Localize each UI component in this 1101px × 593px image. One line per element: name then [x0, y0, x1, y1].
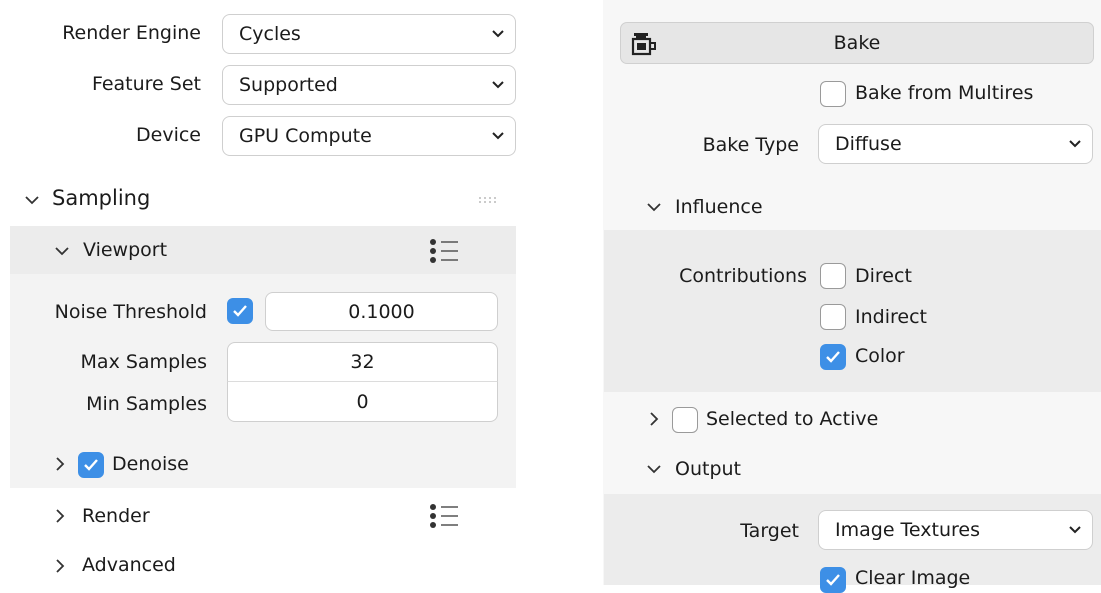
advanced-title: Advanced: [82, 554, 176, 576]
denoise-label: Denoise: [112, 453, 189, 475]
sampling-title: Sampling: [52, 186, 151, 210]
preset-list-icon[interactable]: [428, 502, 460, 530]
sampling-panel-header[interactable]: Sampling: [22, 186, 512, 216]
indirect-label: Indirect: [855, 306, 927, 328]
bake-icon: [631, 33, 656, 56]
render-engine-dropdown[interactable]: Cycles: [222, 14, 516, 54]
color-checkbox[interactable]: [820, 344, 846, 370]
bake-label: Bake: [833, 32, 881, 54]
influence-panel: [604, 230, 1101, 392]
noise-threshold-field[interactable]: 0.1000: [265, 292, 498, 331]
selected-to-active-label: Selected to Active: [706, 408, 879, 430]
influence-title: Influence: [675, 196, 763, 218]
bake-type-label: Bake Type: [702, 134, 799, 156]
check-icon: [233, 305, 247, 317]
bake-type-dropdown[interactable]: Diffuse: [818, 124, 1093, 164]
target-dropdown[interactable]: Image Textures: [818, 510, 1093, 550]
target-value: Image Textures: [835, 519, 980, 541]
noise-threshold-value: 0.1000: [348, 300, 415, 323]
chevron-right-icon: [56, 457, 65, 471]
feature-set-value: Supported: [239, 74, 338, 96]
bake-from-multires-label: Bake from Multires: [855, 82, 1034, 104]
chevron-right-icon: [56, 559, 65, 573]
bake-from-multires-checkbox[interactable]: [820, 81, 846, 107]
render-engine-label: Render Engine: [62, 22, 201, 44]
render-title: Render: [82, 505, 150, 527]
influence-panel-header[interactable]: Influence: [646, 194, 846, 222]
min-samples-label: Min Samples: [86, 393, 207, 415]
max-samples-value: 32: [350, 351, 375, 373]
color-label: Color: [855, 345, 905, 367]
drag-handle-icon[interactable]: [478, 196, 502, 204]
chevron-down-icon: [647, 465, 661, 474]
viewport-title: Viewport: [83, 239, 168, 261]
render-subpanel-header[interactable]: Render: [54, 500, 474, 532]
render-engine-value: Cycles: [239, 23, 301, 45]
preset-list-icon[interactable]: [428, 237, 460, 265]
chevron-right-icon: [650, 412, 659, 426]
output-title: Output: [675, 458, 741, 480]
target-label: Target: [740, 520, 799, 542]
chevron-down-icon: [1069, 526, 1081, 534]
device-label: Device: [136, 124, 201, 146]
chevron-down-icon: [492, 30, 504, 38]
contributions-label: Contributions: [679, 265, 807, 287]
clear-image-label: Clear Image: [855, 567, 971, 589]
chevron-right-icon: [56, 509, 65, 523]
chevron-down-icon: [55, 247, 69, 256]
denoise-subpanel-header[interactable]: Denoise: [54, 450, 254, 480]
noise-threshold-label: Noise Threshold: [54, 301, 207, 323]
denoise-checkbox[interactable]: [78, 452, 104, 478]
chevron-down-icon: [492, 81, 504, 89]
feature-set-label: Feature Set: [91, 73, 201, 95]
viewport-header[interactable]: Viewport: [10, 226, 516, 274]
chevron-down-icon: [647, 203, 661, 212]
check-icon: [84, 459, 98, 471]
chevron-down-icon: [492, 132, 504, 140]
max-samples-field[interactable]: 32: [227, 342, 498, 382]
indirect-checkbox[interactable]: [820, 304, 846, 330]
clear-image-checkbox[interactable]: [820, 567, 846, 593]
output-panel-header[interactable]: Output: [646, 455, 846, 483]
selected-to-active-header[interactable]: Selected to Active: [648, 404, 948, 434]
min-samples-value: 0: [356, 390, 369, 413]
advanced-subpanel-header[interactable]: Advanced: [54, 550, 354, 582]
feature-set-dropdown[interactable]: Supported: [222, 65, 516, 105]
direct-checkbox[interactable]: [820, 263, 846, 289]
max-samples-label: Max Samples: [80, 351, 207, 373]
noise-threshold-checkbox[interactable]: [227, 298, 253, 324]
check-icon: [826, 351, 840, 363]
chevron-down-icon: [25, 196, 39, 205]
bake-button[interactable]: Bake: [620, 22, 1094, 64]
device-dropdown[interactable]: GPU Compute: [222, 116, 516, 156]
direct-label: Direct: [855, 265, 912, 287]
chevron-down-icon: [1069, 140, 1081, 148]
device-value: GPU Compute: [239, 125, 372, 147]
min-samples-field[interactable]: 0: [227, 381, 498, 422]
bake-type-value: Diffuse: [835, 133, 902, 155]
selected-to-active-checkbox[interactable]: [672, 407, 698, 433]
